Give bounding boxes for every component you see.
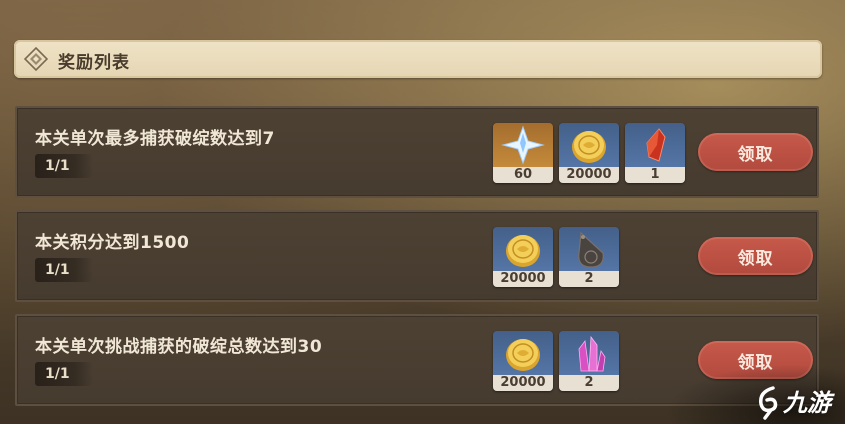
pink-crystal-cluster-icon [578, 335, 606, 372]
jiuyou-logo-icon [759, 386, 778, 420]
task-progress: 1/1 [35, 258, 93, 282]
reward-count: 2 [559, 375, 619, 391]
task-row: 本关积分达到1500 1/1 20000 2 领取 [15, 210, 819, 302]
reward-count: 20000 [493, 271, 553, 287]
claim-button[interactable]: 领取 [698, 237, 813, 275]
reward-list-header: 奖励列表 [14, 40, 822, 78]
page-title: 奖励列表 [58, 53, 130, 73]
reward-item-primogem[interactable]: 60 [493, 123, 553, 183]
task-description: 本关积分达到1500 [35, 233, 190, 253]
reward-count: 60 [493, 167, 553, 183]
task-progress: 1/1 [35, 154, 93, 178]
watermark-text: 九游 [783, 389, 831, 417]
primogem-icon [501, 125, 545, 165]
reward-count: 20000 [559, 167, 619, 183]
reward-item-mora[interactable]: 20000 [559, 123, 619, 183]
watermark: 九游 [665, 364, 845, 424]
reward-item-pendant[interactable]: 2 [559, 227, 619, 287]
reward-item-mora[interactable]: 20000 [493, 227, 553, 287]
mora-coin-icon [506, 235, 540, 267]
mora-coin-icon [572, 131, 606, 163]
reward-count: 20000 [493, 375, 553, 391]
diamond-ornament-icon [24, 47, 48, 71]
reward-count: 2 [559, 271, 619, 287]
reward-count: 1 [625, 167, 685, 183]
mora-coin-icon [506, 339, 540, 371]
task-description: 本关单次最多捕获破绽数达到7 [35, 129, 275, 149]
red-crystal-icon [646, 128, 666, 162]
task-progress: 1/1 [35, 362, 93, 386]
task-row: 本关单次最多捕获破绽数达到7 1/1 60 20000 1 领取 [15, 106, 819, 198]
task-description: 本关单次挑战捕获的破绽总数达到30 [35, 337, 323, 357]
reward-item-red-crystal[interactable]: 1 [625, 123, 685, 183]
reward-item-mora[interactable]: 20000 [493, 331, 553, 391]
claim-button[interactable]: 领取 [698, 133, 813, 171]
drop-pendant-icon [578, 231, 604, 268]
reward-item-pink-crystal[interactable]: 2 [559, 331, 619, 391]
